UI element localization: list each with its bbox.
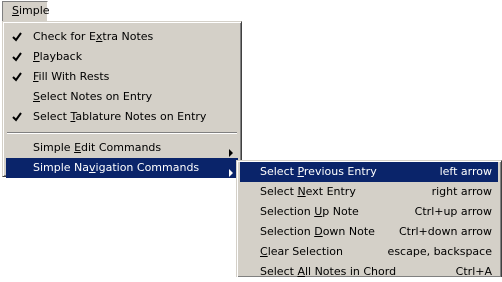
simple-menu: Check for Extra Notes Playback Fill With…: [2, 21, 242, 178]
submenu-arrow-icon: [229, 144, 233, 157]
menu-item-label: Simple Edit Commands: [33, 141, 162, 154]
menu-item-label: Select Next Entry: [260, 185, 356, 198]
menu-item-label: Select Previous Entry: [260, 165, 377, 178]
menu-item-check-for-extra-notes[interactable]: Check for Extra Notes: [6, 27, 238, 47]
submenu-item-selection-up-note[interactable]: Selection Up Note Ctrl+up arrow: [240, 202, 498, 222]
menu-item-shortcut: left arrow: [439, 165, 492, 178]
submenu-item-select-next-entry[interactable]: Select Next Entry right arrow: [240, 182, 498, 202]
menu-item-shortcut: Ctrl+down arrow: [398, 225, 492, 238]
menu-item-label: Check for Extra Notes: [33, 30, 154, 43]
check-mark-icon: [12, 32, 22, 42]
menu-item-shortcut: Ctrl+A: [455, 265, 492, 278]
menu-item-label: Fill With Rests: [33, 70, 110, 83]
menu-item-label: Select Tablature Notes on Entry: [33, 110, 207, 123]
menubar-item-simple[interactable]: Simple: [2, 1, 50, 21]
menu-item-shortcut: escape, backspace: [387, 245, 492, 258]
navigation-submenu: Select Previous Entry left arrow Select …: [236, 160, 502, 278]
submenu-arrow-icon: [229, 164, 233, 177]
menu-item-select-tablature-notes-on-entry[interactable]: Select Tablature Notes on Entry: [6, 107, 238, 127]
submenu-item-select-all-notes-in-chord[interactable]: Select All Notes in Chord Ctrl+A: [240, 262, 498, 282]
menubar-item-simple-label: Simple: [12, 4, 50, 17]
menu-item-playback[interactable]: Playback: [6, 47, 238, 67]
menu-item-label: Simple Navigation Commands: [33, 161, 200, 174]
menu-item-label: Select Notes on Entry: [33, 90, 153, 103]
menu-item-select-notes-on-entry[interactable]: Select Notes on Entry: [6, 87, 238, 107]
submenu-item-selection-down-note[interactable]: Selection Down Note Ctrl+down arrow: [240, 222, 498, 242]
menu-item-label: Select All Notes in Chord: [260, 265, 397, 278]
menu-item-simple-edit-commands[interactable]: Simple Edit Commands: [6, 138, 238, 158]
check-mark-icon: [12, 112, 22, 122]
menu-item-label: Clear Selection: [260, 245, 343, 258]
menu-item-label: Playback: [33, 50, 83, 63]
menu-separator: [7, 132, 237, 134]
submenu-item-select-previous-entry[interactable]: Select Previous Entry left arrow: [240, 162, 498, 182]
check-mark-icon: [12, 52, 22, 62]
menu-item-fill-with-rests[interactable]: Fill With Rests: [6, 67, 238, 87]
submenu-item-clear-selection[interactable]: Clear Selection escape, backspace: [240, 242, 498, 262]
menu-item-label: Selection Up Note: [260, 205, 359, 218]
menu-item-shortcut: Ctrl+up arrow: [414, 205, 492, 218]
menu-item-simple-navigation-commands[interactable]: Simple Navigation Commands: [6, 158, 238, 178]
menu-item-label: Selection Down Note: [260, 225, 375, 238]
menu-item-shortcut: right arrow: [431, 185, 492, 198]
check-mark-icon: [12, 72, 22, 82]
